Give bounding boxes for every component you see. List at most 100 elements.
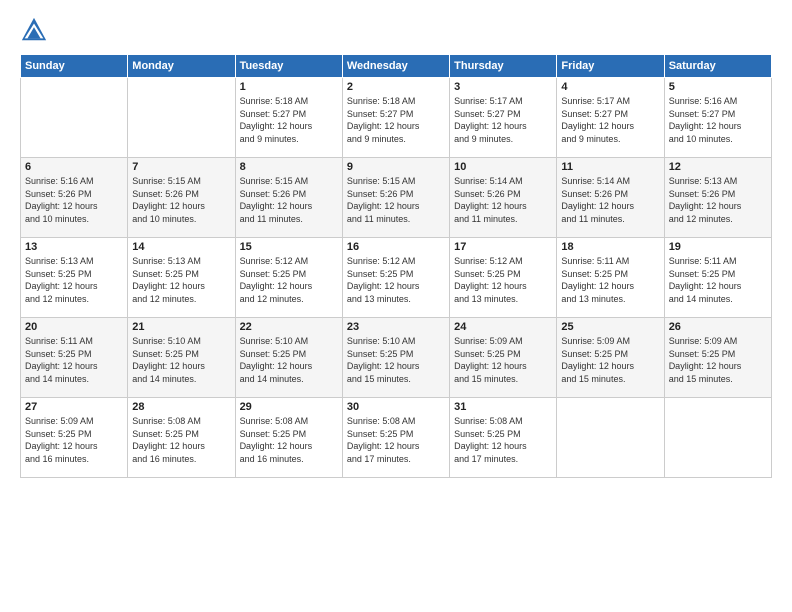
calendar-cell: 18 Sunrise: 5:11 AM Sunset: 5:25 PM Dayli… — [557, 238, 664, 318]
calendar-cell: 28 Sunrise: 5:08 AM Sunset: 5:25 PM Dayli… — [128, 398, 235, 478]
day-detail: Sunrise: 5:10 AM Sunset: 5:25 PM Dayligh… — [132, 335, 230, 385]
calendar-cell: 3 Sunrise: 5:17 AM Sunset: 5:27 PM Daylig… — [450, 78, 557, 158]
calendar-week-row: 1 Sunrise: 5:18 AM Sunset: 5:27 PM Daylig… — [21, 78, 772, 158]
day-number: 17 — [454, 241, 552, 253]
day-number: 7 — [132, 161, 230, 173]
day-detail: Sunrise: 5:12 AM Sunset: 5:25 PM Dayligh… — [240, 255, 338, 305]
calendar-cell: 30Sunrise: 5:08 AM Sunset: 5:25 PM Dayli… — [342, 398, 449, 478]
calendar-header-sunday: Sunday — [21, 55, 128, 78]
day-detail: Sunrise: 5:17 AM Sunset: 5:27 PM Dayligh… — [454, 95, 552, 145]
calendar-week-row: 13 Sunrise: 5:13 AM Sunset: 5:25 PM Dayli… — [21, 238, 772, 318]
day-number: 24 — [454, 321, 552, 333]
day-number: 21 — [132, 321, 230, 333]
calendar-header-row: SundayMondayTuesdayWednesdayThursdayFrid… — [21, 55, 772, 78]
day-detail: Sunrise: 5:14 AM Sunset: 5:26 PM Dayligh… — [454, 175, 552, 225]
day-detail: Sunrise: 5:11 AM Sunset: 5:25 PM Dayligh… — [561, 255, 659, 305]
calendar-cell: 14 Sunrise: 5:13 AM Sunset: 5:25 PM Dayli… — [128, 238, 235, 318]
calendar-header-monday: Monday — [128, 55, 235, 78]
day-detail: Sunrise: 5:08 AM Sunset: 5:25 PM Dayligh… — [454, 415, 552, 465]
logo-icon — [20, 16, 48, 44]
day-detail: Sunrise: 5:09 AM Sunset: 5:25 PM Dayligh… — [561, 335, 659, 385]
day-detail: Sunrise: 5:09 AM Sunset: 5:25 PM Dayligh… — [669, 335, 767, 385]
day-number: 6 — [25, 161, 123, 173]
calendar-cell: 11Sunrise: 5:14 AM Sunset: 5:26 PM Dayli… — [557, 158, 664, 238]
calendar-cell: 5 Sunrise: 5:16 AM Sunset: 5:27 PM Daylig… — [664, 78, 771, 158]
calendar-cell — [128, 78, 235, 158]
day-number: 1 — [240, 81, 338, 93]
calendar-cell: 22Sunrise: 5:10 AM Sunset: 5:25 PM Dayli… — [235, 318, 342, 398]
day-number: 26 — [669, 321, 767, 333]
calendar-cell: 17 Sunrise: 5:12 AM Sunset: 5:25 PM Dayli… — [450, 238, 557, 318]
day-number: 3 — [454, 81, 552, 93]
calendar-header-tuesday: Tuesday — [235, 55, 342, 78]
day-detail: Sunrise: 5:08 AM Sunset: 5:25 PM Dayligh… — [240, 415, 338, 465]
day-number: 13 — [25, 241, 123, 253]
calendar-cell — [557, 398, 664, 478]
calendar-cell: 15Sunrise: 5:12 AM Sunset: 5:25 PM Dayli… — [235, 238, 342, 318]
calendar-cell: 2 Sunrise: 5:18 AM Sunset: 5:27 PM Daylig… — [342, 78, 449, 158]
day-number: 18 — [561, 241, 659, 253]
day-detail: Sunrise: 5:16 AM Sunset: 5:27 PM Dayligh… — [669, 95, 767, 145]
day-number: 27 — [25, 401, 123, 413]
calendar-cell: 29 Sunrise: 5:08 AM Sunset: 5:25 PM Dayli… — [235, 398, 342, 478]
calendar-week-row: 6 Sunrise: 5:16 AM Sunset: 5:26 PM Daylig… — [21, 158, 772, 238]
day-detail: Sunrise: 5:12 AM Sunset: 5:25 PM Dayligh… — [454, 255, 552, 305]
logo — [20, 16, 52, 44]
day-number: 2 — [347, 81, 445, 93]
calendar-cell: 10 Sunrise: 5:14 AM Sunset: 5:26 PM Dayli… — [450, 158, 557, 238]
day-detail: Sunrise: 5:18 AM Sunset: 5:27 PM Dayligh… — [240, 95, 338, 145]
calendar-cell: 23 Sunrise: 5:10 AM Sunset: 5:25 PM Dayli… — [342, 318, 449, 398]
calendar-cell: 25 Sunrise: 5:09 AM Sunset: 5:25 PM Dayli… — [557, 318, 664, 398]
day-detail: Sunrise: 5:09 AM Sunset: 5:25 PM Dayligh… — [454, 335, 552, 385]
day-number: 25 — [561, 321, 659, 333]
day-number: 12 — [669, 161, 767, 173]
day-number: 14 — [132, 241, 230, 253]
calendar-cell: 19Sunrise: 5:11 AM Sunset: 5:25 PM Dayli… — [664, 238, 771, 318]
day-detail: Sunrise: 5:09 AM Sunset: 5:25 PM Dayligh… — [25, 415, 123, 465]
day-detail: Sunrise: 5:10 AM Sunset: 5:25 PM Dayligh… — [240, 335, 338, 385]
calendar-cell: 9 Sunrise: 5:15 AM Sunset: 5:26 PM Daylig… — [342, 158, 449, 238]
day-detail: Sunrise: 5:13 AM Sunset: 5:25 PM Dayligh… — [132, 255, 230, 305]
calendar-cell: 21 Sunrise: 5:10 AM Sunset: 5:25 PM Dayli… — [128, 318, 235, 398]
calendar-cell — [664, 398, 771, 478]
calendar-week-row: 27 Sunrise: 5:09 AM Sunset: 5:25 PM Dayli… — [21, 398, 772, 478]
day-detail: Sunrise: 5:08 AM Sunset: 5:25 PM Dayligh… — [347, 415, 445, 465]
day-detail: Sunrise: 5:11 AM Sunset: 5:25 PM Dayligh… — [25, 335, 123, 385]
day-number: 5 — [669, 81, 767, 93]
calendar-cell: 24 Sunrise: 5:09 AM Sunset: 5:25 PM Dayli… — [450, 318, 557, 398]
calendar-cell: 13 Sunrise: 5:13 AM Sunset: 5:25 PM Dayli… — [21, 238, 128, 318]
day-number: 10 — [454, 161, 552, 173]
calendar-cell: 26 Sunrise: 5:09 AM Sunset: 5:25 PM Dayli… — [664, 318, 771, 398]
day-number: 23 — [347, 321, 445, 333]
day-number: 28 — [132, 401, 230, 413]
day-detail: Sunrise: 5:17 AM Sunset: 5:27 PM Dayligh… — [561, 95, 659, 145]
calendar-cell: 6 Sunrise: 5:16 AM Sunset: 5:26 PM Daylig… — [21, 158, 128, 238]
day-number: 8 — [240, 161, 338, 173]
calendar-cell — [21, 78, 128, 158]
day-detail: Sunrise: 5:15 AM Sunset: 5:26 PM Dayligh… — [132, 175, 230, 225]
day-detail: Sunrise: 5:12 AM Sunset: 5:25 PM Dayligh… — [347, 255, 445, 305]
day-number: 29 — [240, 401, 338, 413]
calendar-week-row: 20Sunrise: 5:11 AM Sunset: 5:25 PM Dayli… — [21, 318, 772, 398]
calendar-cell: 16Sunrise: 5:12 AM Sunset: 5:25 PM Dayli… — [342, 238, 449, 318]
calendar-cell: 8Sunrise: 5:15 AM Sunset: 5:26 PM Daylig… — [235, 158, 342, 238]
header — [20, 16, 772, 44]
day-number: 19 — [669, 241, 767, 253]
day-detail: Sunrise: 5:10 AM Sunset: 5:25 PM Dayligh… — [347, 335, 445, 385]
calendar-cell: 20Sunrise: 5:11 AM Sunset: 5:25 PM Dayli… — [21, 318, 128, 398]
calendar-header-wednesday: Wednesday — [342, 55, 449, 78]
day-number: 4 — [561, 81, 659, 93]
day-detail: Sunrise: 5:16 AM Sunset: 5:26 PM Dayligh… — [25, 175, 123, 225]
day-detail: Sunrise: 5:13 AM Sunset: 5:25 PM Dayligh… — [25, 255, 123, 305]
calendar-cell: 7 Sunrise: 5:15 AM Sunset: 5:26 PM Daylig… — [128, 158, 235, 238]
day-detail: Sunrise: 5:18 AM Sunset: 5:27 PM Dayligh… — [347, 95, 445, 145]
day-detail: Sunrise: 5:08 AM Sunset: 5:25 PM Dayligh… — [132, 415, 230, 465]
day-detail: Sunrise: 5:14 AM Sunset: 5:26 PM Dayligh… — [561, 175, 659, 225]
day-detail: Sunrise: 5:15 AM Sunset: 5:26 PM Dayligh… — [347, 175, 445, 225]
calendar-header-friday: Friday — [557, 55, 664, 78]
calendar-cell: 4 Sunrise: 5:17 AM Sunset: 5:27 PM Daylig… — [557, 78, 664, 158]
calendar-table: SundayMondayTuesdayWednesdayThursdayFrid… — [20, 54, 772, 478]
calendar-header-thursday: Thursday — [450, 55, 557, 78]
day-number: 9 — [347, 161, 445, 173]
calendar-header-saturday: Saturday — [664, 55, 771, 78]
